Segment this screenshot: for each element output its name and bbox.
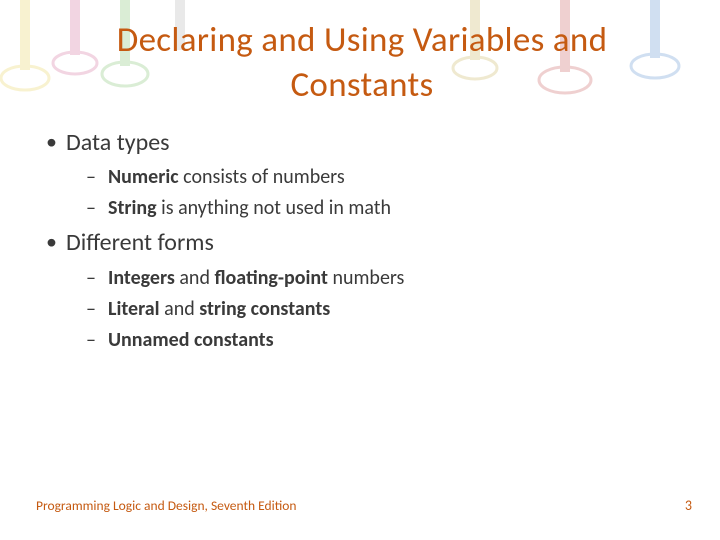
bullet-list: Data types Numeric consists of numbers S… (44, 126, 680, 357)
slide-title: Declaring and Using Variables and Consta… (44, 18, 680, 108)
bold-text: Numeric (108, 165, 179, 189)
text: and (160, 297, 200, 321)
bold-text: floating-point (214, 266, 327, 290)
bold-text: Integers (108, 266, 175, 290)
list-item: Different forms Integers and floating-po… (44, 226, 680, 356)
list-item: Data types Numeric consists of numbers S… (44, 126, 680, 225)
page-number: 3 (685, 497, 692, 514)
footer-text: Programming Logic and Design, Seventh Ed… (36, 497, 296, 514)
list-item: Unnamed constants (86, 325, 680, 356)
bold-text: string constants (199, 297, 330, 321)
text: is anything not used in math (157, 196, 391, 220)
sub-list: Integers and floating-point numbers Lite… (66, 263, 680, 356)
sub-list: Numeric consists of numbers String is an… (66, 162, 680, 224)
bold-text: Literal (108, 297, 160, 321)
text: consists of numbers (179, 165, 345, 189)
slide-container: Declaring and Using Variables and Consta… (0, 0, 720, 540)
list-item: String is anything not used in math (86, 193, 680, 224)
list-item: Integers and floating-point numbers (86, 263, 680, 294)
list-item: Numeric consists of numbers (86, 162, 680, 193)
text: and (175, 266, 215, 290)
bold-text: Unnamed constants (108, 328, 274, 352)
list-item: Literal and string constants (86, 294, 680, 325)
bold-text: String (108, 196, 157, 220)
bullet-text: Different forms (66, 228, 214, 257)
text: numbers (328, 266, 404, 290)
bullet-text: Data types (66, 128, 170, 157)
